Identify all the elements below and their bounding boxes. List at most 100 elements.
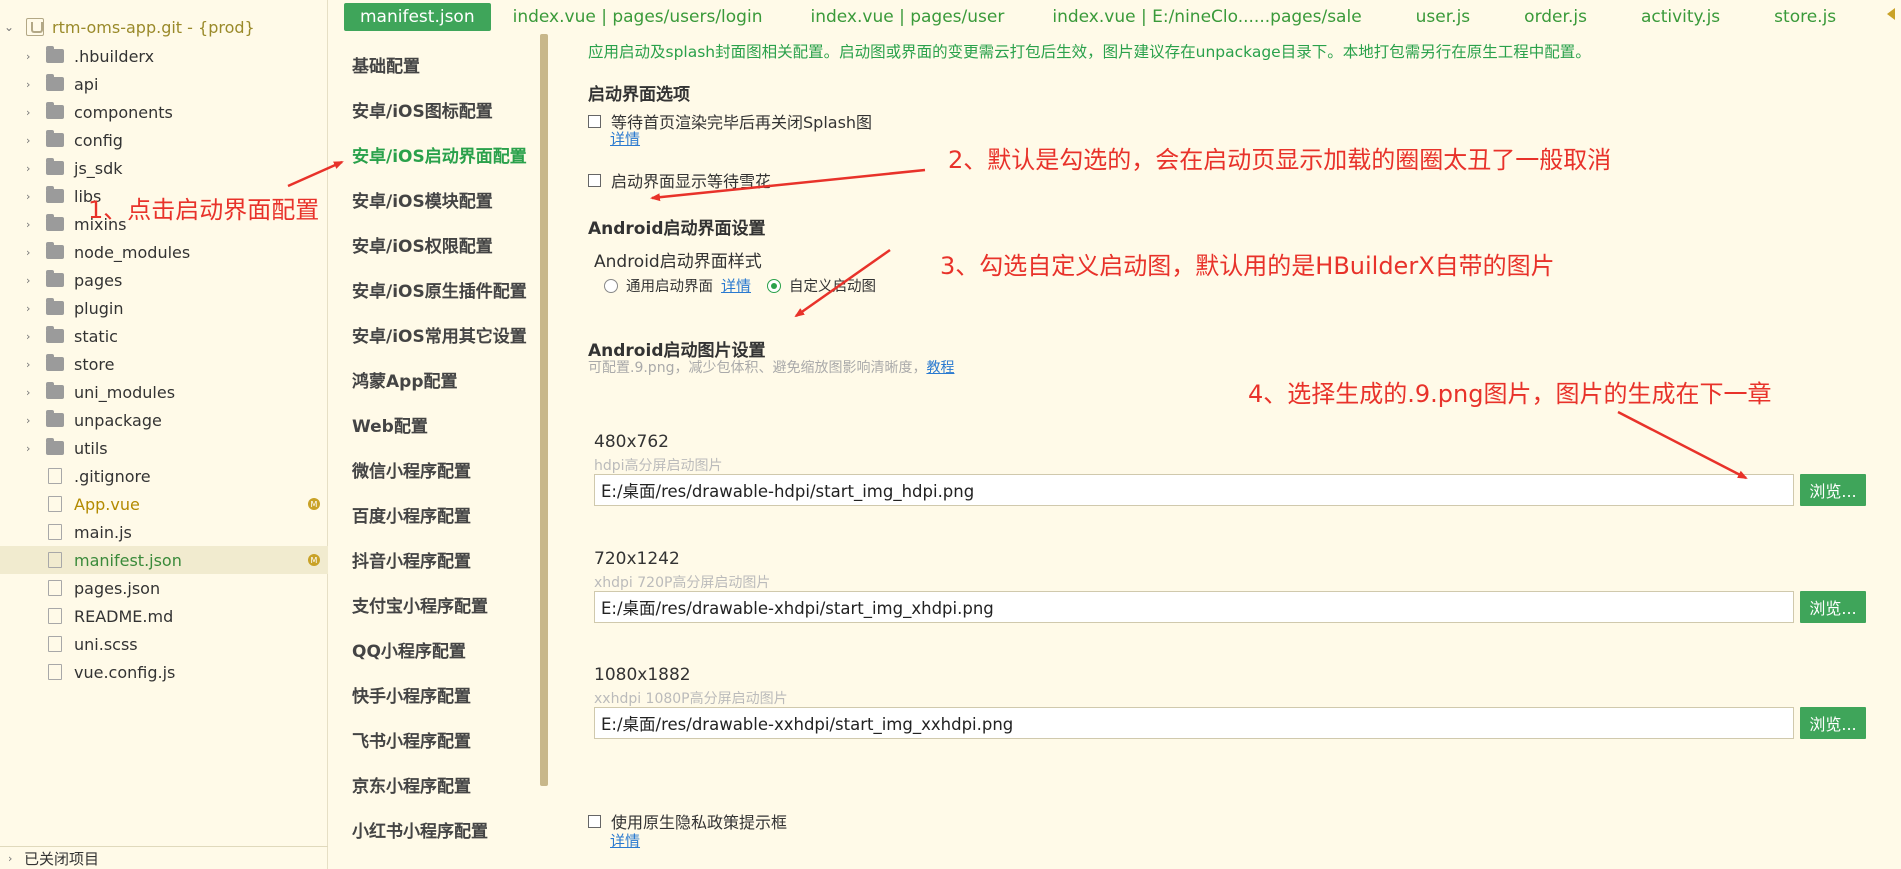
tree-item-hbuilderx[interactable]: › .hbuilderx [0,42,328,70]
settings-nav-item-17[interactable]: 京东小程序配置 [352,772,471,797]
image-path-input[interactable]: E:/桌面/res/drawable-xxhdpi/start_img_xxhd… [594,707,1794,739]
chevron-right-icon[interactable]: › [26,330,42,343]
tab-1[interactable]: manifest.json [344,3,491,31]
tab-5[interactable]: user.js [1416,3,1471,31]
tree-item-readme-md[interactable]: README.md [0,602,328,630]
tab-8[interactable]: store.js [1774,3,1836,31]
radio-custom-splash[interactable] [767,278,782,293]
browse-button[interactable]: 浏览... [1800,707,1866,739]
settings-nav-item-16[interactable]: 飞书小程序配置 [352,727,471,752]
settings-nav-item-10[interactable]: 微信小程序配置 [352,457,471,482]
tutorial-link[interactable]: 教程 [926,360,954,376]
tree-item-manifest-json[interactable]: manifest.json M [0,546,328,574]
tab-6[interactable]: order.js [1524,3,1587,31]
tab-overflow-icon[interactable] [1887,8,1895,20]
tree-item-plugin[interactable]: › plugin [0,294,328,322]
radio-default-detail-link[interactable]: 详情 [721,275,751,296]
closed-projects[interactable]: › 已关闭项目 [0,846,328,869]
android-style-radio-group: 通用启动界面 详情 自定义启动图 [604,275,876,296]
tree-item-static[interactable]: › static [0,322,328,350]
settings-nav-item-7[interactable]: 安卓/iOS常用其它设置 [352,322,527,347]
settings-nav-item-12[interactable]: 抖音小程序配置 [352,547,471,572]
chevron-right-icon[interactable]: › [26,386,42,399]
image-size-label: 1080x1882 [594,665,691,685]
tree-item-label: main.js [74,522,132,542]
tree-item-label: plugin [74,298,124,318]
settings-nav-item-11[interactable]: 百度小程序配置 [352,502,471,527]
settings-nav-item-13[interactable]: 支付宝小程序配置 [352,592,488,617]
tree-root[interactable]: ⌄ rtm-oms-app.git - {prod} [0,14,255,40]
radio-default-splash[interactable] [604,278,618,293]
settings-nav-item-2[interactable]: 安卓/iOS图标配置 [352,97,493,122]
chevron-right-icon[interactable]: › [26,302,42,315]
chevron-right-icon[interactable]: › [26,274,42,287]
image-path-input[interactable]: E:/桌面/res/drawable-xhdpi/start_img_xhdpi… [594,591,1794,623]
tree-item-utils[interactable]: › utils [0,434,328,462]
show-snow-checkbox[interactable] [588,173,601,187]
chevron-right-icon[interactable]: › [26,414,42,427]
tree-item-node-modules[interactable]: › node_modules [0,238,328,266]
chevron-right-icon[interactable]: › [26,78,42,91]
chevron-right-icon[interactable]: › [26,358,42,371]
tree-item-vue-config-js[interactable]: vue.config.js [0,658,328,686]
tree-item-unpackage[interactable]: › unpackage [0,406,328,434]
chevron-right-icon[interactable]: › [26,134,42,147]
privacy-checkbox[interactable] [588,814,601,828]
tree-item-label: api [74,74,99,94]
tree-item-pages-json[interactable]: pages.json [0,574,328,602]
tree-item-store[interactable]: › store [0,350,328,378]
settings-nav-item-9[interactable]: Web配置 [352,412,428,437]
folder-icon [46,270,64,287]
annotation-step4: 4、选择生成的.9.png图片，图片的生成在下一章 [1248,380,1772,408]
tree-item-label: README.md [74,606,174,626]
tab-4[interactable]: index.vue | E:/nineClo......pages/sale [1052,3,1361,31]
tree-item-api[interactable]: › api [0,70,328,98]
chevron-down-icon[interactable]: ⌄ [0,20,18,34]
settings-nav-item-1[interactable]: 基础配置 [352,52,420,77]
tree-item-js-sdk[interactable]: › js_sdk [0,154,328,182]
chevron-right-icon[interactable]: › [26,190,42,203]
browse-button[interactable]: 浏览... [1800,591,1866,623]
settings-nav-item-14[interactable]: QQ小程序配置 [352,637,466,662]
wait-render-checkbox[interactable] [588,114,601,128]
tree-item-main-js[interactable]: main.js [0,518,328,546]
hbuilderx-window: ⌄ rtm-oms-app.git - {prod} › .hbuilderx › a… [0,0,1901,869]
chevron-right-icon[interactable]: › [26,50,42,63]
tab-2[interactable]: index.vue | pages/users/login [513,3,763,31]
tab-7[interactable]: activity.js [1641,3,1720,31]
settings-nav-item-8[interactable]: 鸿蒙App配置 [352,367,458,392]
settings-nav-item-18[interactable]: 小红书小程序配置 [352,817,488,842]
chevron-right-icon[interactable]: › [26,106,42,119]
settings-nav-item-5[interactable]: 安卓/iOS权限配置 [352,232,493,257]
settings-nav-item-3[interactable]: 安卓/iOS启动界面配置 [352,142,527,167]
tree-item-pages[interactable]: › pages [0,266,328,294]
image-path-input[interactable]: E:/桌面/res/drawable-hdpi/start_img_hdpi.p… [594,474,1794,506]
chevron-right-icon[interactable]: › [8,852,24,865]
settings-nav-item-6[interactable]: 安卓/iOS原生插件配置 [352,277,527,302]
tree-item-uni-modules[interactable]: › uni_modules [0,378,328,406]
tree-item-app-vue[interactable]: App.vue M [0,490,328,518]
tree-item-uni-scss[interactable]: uni.scss [0,630,328,658]
chevron-right-icon[interactable]: › [26,218,42,231]
tree-items: › .hbuilderx › api › components › config › js_sdk… [0,42,328,686]
browse-button[interactable]: 浏览... [1800,474,1866,506]
wait-render-detail-link[interactable]: 详情 [610,128,640,149]
folder-icon [46,438,64,455]
settings-nav-item-4[interactable]: 安卓/iOS模块配置 [352,187,493,212]
tab-3[interactable]: index.vue | pages/user [810,3,1004,31]
tree-item-config[interactable]: › config [0,126,328,154]
show-snow-option[interactable]: 启动界面显示等待雪花 [588,168,771,192]
tree-item-gitignore[interactable]: .gitignore [0,462,328,490]
file-icon [48,664,62,680]
file-icon [48,468,62,484]
chevron-right-icon[interactable]: › [26,246,42,259]
settings-nav-item-15[interactable]: 快手小程序配置 [352,682,471,707]
settings-nav-scrollbar[interactable] [540,34,548,786]
image-size-hint: hdpi高分屏启动图片 [594,458,723,474]
privacy-detail-link[interactable]: 详情 [610,830,640,851]
tree-item-components[interactable]: › components [0,98,328,126]
chevron-right-icon[interactable]: › [26,442,42,455]
file-icon [48,580,62,596]
tree-item-label: .gitignore [74,466,151,486]
chevron-right-icon[interactable]: › [26,162,42,175]
